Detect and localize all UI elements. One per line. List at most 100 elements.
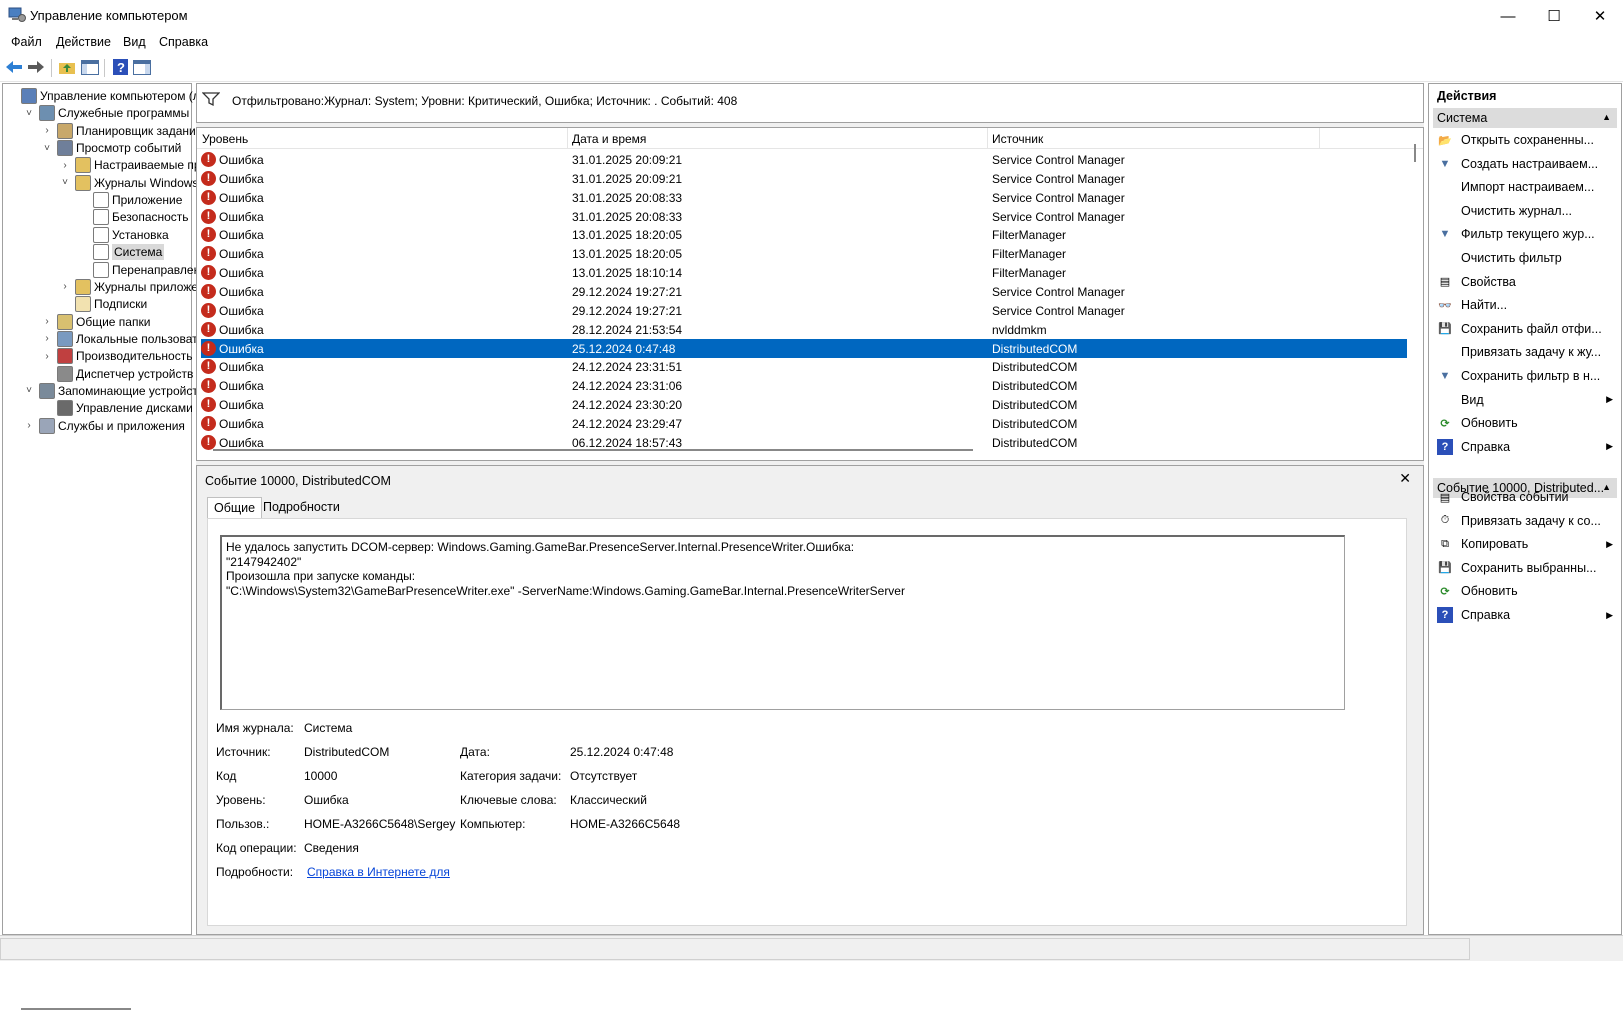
column-header-date[interactable]: Дата и время xyxy=(572,132,646,146)
tree-item[interactable]: › Планировщик заданий xyxy=(41,122,202,140)
tree-item[interactable]: › Службы и приложения xyxy=(23,417,185,435)
table-row[interactable]: ! Ошибка 31.01.2025 20:08:33 Service Contro… xyxy=(201,188,1407,207)
online-help-link[interactable]: Справка в Интернете для xyxy=(307,865,450,879)
table-row[interactable]: ! Ошибка 29.12.2024 19:27:21 Service Contro… xyxy=(201,301,1407,320)
table-row[interactable]: ! Ошибка 24.12.2024 23:31:51 DistributedCOM xyxy=(201,357,1407,376)
maximize-button[interactable]: ☐ xyxy=(1531,0,1577,32)
close-button[interactable]: ✕ xyxy=(1577,0,1623,32)
tree-item[interactable]: Управление дисками xyxy=(41,399,193,417)
table-row[interactable]: ! Ошибка 13.01.2025 18:20:05 FilterManager xyxy=(201,225,1407,244)
close-detail-icon[interactable]: ✕ xyxy=(1399,470,1411,487)
action-item[interactable]: Очистить журнал... xyxy=(1433,200,1617,222)
tree-item[interactable]: › Локальные пользовате xyxy=(41,330,204,348)
column-separator[interactable] xyxy=(567,128,568,149)
tree-item[interactable]: Приложение xyxy=(77,191,182,209)
action-item[interactable]: ▼ Фильтр текущего жур... xyxy=(1433,223,1617,245)
tree-item[interactable]: Управление компьютером (л xyxy=(5,87,200,105)
tree-item-label: Безопасность xyxy=(112,210,189,225)
expand-icon[interactable]: › xyxy=(23,420,35,431)
menu-help[interactable]: Справка xyxy=(159,35,208,49)
table-row[interactable]: ! Ошибка 25.12.2024 0:47:48 DistributedCOM xyxy=(201,338,1407,358)
expand-icon[interactable]: › xyxy=(41,333,53,344)
tab-general[interactable]: Общие xyxy=(207,497,263,519)
action-item[interactable]: ? Справка ▶ xyxy=(1433,436,1617,458)
tree-item[interactable]: ˅ Просмотр событий xyxy=(41,139,181,157)
source-value: DistributedCOM xyxy=(304,745,390,759)
collapse-icon[interactable]: ▲ xyxy=(1602,112,1611,122)
table-row[interactable]: ! Ошибка 13.01.2025 18:20:05 FilterManager xyxy=(201,244,1407,263)
menu-view[interactable]: Вид xyxy=(123,35,146,49)
menu-action[interactable]: Действие xyxy=(56,35,111,49)
table-row[interactable]: ! Ошибка 13.01.2025 18:10:14 FilterManager xyxy=(201,263,1407,282)
back-icon[interactable] xyxy=(4,57,24,77)
action-item[interactable]: Вид ▶ xyxy=(1433,389,1617,411)
table-row[interactable]: ! Ошибка 29.12.2024 19:27:21 Service Contro… xyxy=(201,282,1407,301)
action-item[interactable]: 👓 Найти... xyxy=(1433,294,1617,316)
action-item[interactable]: 💾 Сохранить файл отфи... xyxy=(1433,318,1617,340)
horizontal-scrollbar[interactable] xyxy=(213,449,973,451)
table-row[interactable]: ! Ошибка 31.01.2025 20:09:21 Service Contro… xyxy=(201,150,1407,169)
action-item[interactable]: 📂 Открыть сохраненны... xyxy=(1433,129,1617,151)
tree-item[interactable]: › Общие папки xyxy=(41,313,150,331)
show-hide-console-tree-icon[interactable] xyxy=(80,57,100,77)
tree-item[interactable]: ˅ Журналы Windows xyxy=(59,174,198,192)
tree-item[interactable]: Система xyxy=(77,243,165,261)
action-item[interactable]: ⏱ Привязать задачу к со... xyxy=(1433,510,1617,532)
table-row[interactable]: ! Ошибка 24.12.2024 23:31:06 DistributedCOM xyxy=(201,376,1407,395)
action-item[interactable]: Привязать задачу к жу... xyxy=(1433,341,1617,363)
tree-item[interactable]: Установка xyxy=(77,226,169,244)
tree-item-label: Система xyxy=(112,244,165,261)
expand-icon[interactable]: ˅ xyxy=(59,177,71,188)
table-row[interactable]: ! Ошибка 28.12.2024 21:53:54 nvlddmkm xyxy=(201,320,1407,339)
actions-section-system[interactable]: Система ▲ xyxy=(1433,108,1617,128)
forward-icon[interactable] xyxy=(26,57,46,77)
expand-icon[interactable]: › xyxy=(41,125,53,136)
error-icon: ! xyxy=(201,208,216,224)
tree-item[interactable]: Перенаправлен xyxy=(77,261,200,279)
event-message[interactable]: Не удалось запустить DCOM-сервер: Window… xyxy=(220,535,1345,710)
action-item[interactable]: Очистить фильтр xyxy=(1433,247,1617,269)
show-hide-action-pane-icon[interactable] xyxy=(132,57,152,77)
table-row[interactable]: ! Ошибка 24.12.2024 23:30:20 DistributedCOM xyxy=(201,395,1407,414)
expand-icon[interactable]: ˅ xyxy=(23,385,35,396)
action-item[interactable]: Импорт настраиваем... xyxy=(1433,176,1617,198)
action-item[interactable]: ▤ Свойства xyxy=(1433,271,1617,293)
tree-item[interactable]: Безопасность xyxy=(77,208,189,226)
vertical-scrollbar[interactable] xyxy=(1414,144,1416,162)
expand-icon[interactable]: › xyxy=(41,351,53,362)
table-row[interactable]: ! Ошибка 31.01.2025 20:08:33 Service Contro… xyxy=(201,207,1407,226)
expand-icon[interactable]: › xyxy=(59,281,71,292)
column-header-source[interactable]: Источник xyxy=(992,132,1043,146)
tree-item[interactable]: › Производительность xyxy=(41,347,192,365)
tab-details[interactable]: Подробности xyxy=(257,497,346,519)
action-item[interactable]: ⟳ Обновить xyxy=(1433,580,1617,602)
column-separator[interactable] xyxy=(987,128,988,149)
action-item[interactable]: ▼ Сохранить фильтр в н... xyxy=(1433,365,1617,387)
expand-icon[interactable]: ˅ xyxy=(23,108,35,119)
action-item[interactable]: 💾 Сохранить выбранны... xyxy=(1433,557,1617,579)
table-row[interactable]: ! Ошибка 24.12.2024 23:29:47 DistributedCOM xyxy=(201,414,1407,433)
tree-item[interactable]: › Журналы приложе xyxy=(59,278,198,296)
tree-item[interactable]: Диспетчер устройств xyxy=(41,365,193,383)
expand-icon[interactable]: › xyxy=(59,160,71,171)
up-folder-icon[interactable] xyxy=(57,57,77,77)
action-item[interactable]: ⧉ Копировать ▶ xyxy=(1433,533,1617,555)
minimize-button[interactable]: — xyxy=(1485,0,1531,32)
menu-file[interactable]: Файл xyxy=(11,35,42,49)
action-item[interactable]: ⟳ Обновить xyxy=(1433,412,1617,434)
action-item[interactable]: ▼ Создать настраиваем... xyxy=(1433,153,1617,175)
action-label: Сохранить выбранны... xyxy=(1461,560,1597,575)
action-item[interactable]: ▤ Свойства событий xyxy=(1433,486,1617,508)
tree-item[interactable]: ˅ Служебные программы xyxy=(23,104,189,122)
expand-icon[interactable]: › xyxy=(41,316,53,327)
action-item[interactable]: ? Справка ▶ xyxy=(1433,604,1617,626)
help-icon[interactable]: ? xyxy=(110,57,130,77)
tree-item[interactable]: ˅ Запоминающие устройст xyxy=(23,382,198,400)
table-row[interactable]: ! Ошибка 31.01.2025 20:09:21 Service Contro… xyxy=(201,169,1407,188)
expand-icon[interactable]: ˅ xyxy=(41,143,53,154)
column-separator[interactable] xyxy=(1319,128,1320,149)
attach-task-icon: ⏱ xyxy=(1440,514,1450,527)
tree-item[interactable]: Подписки xyxy=(59,295,147,313)
column-header-level[interactable]: Уровень xyxy=(202,132,248,146)
tree-item[interactable]: › Настраиваемые пр xyxy=(59,156,201,174)
